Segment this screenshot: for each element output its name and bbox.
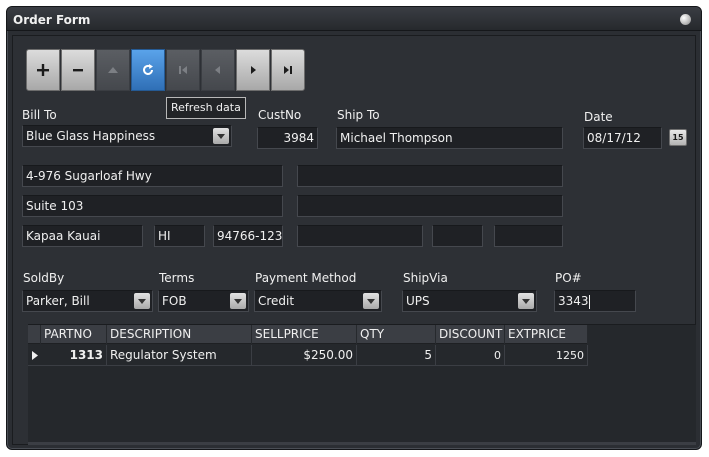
ship-to-label: Ship To	[337, 108, 380, 122]
ship-via-value: UPS	[406, 294, 430, 308]
ship-address1-field[interactable]	[297, 165, 563, 187]
column-header-extprice[interactable]: EXTPRICE	[505, 325, 588, 344]
ship-zip-field[interactable]	[494, 225, 563, 247]
cell-sellprice[interactable]: $250.00	[252, 345, 357, 366]
bill-state-field[interactable]: HI	[154, 225, 205, 247]
refresh-data-button[interactable]	[131, 49, 165, 91]
plus-icon	[37, 64, 49, 76]
column-header-discount[interactable]: DISCOUNT	[436, 325, 505, 344]
order-items-grid[interactable]: PARTNO DESCRIPTION SELLPRICE QTY DISCOUN…	[28, 324, 696, 445]
payment-method-combo[interactable]: Credit	[254, 290, 382, 312]
titlebar[interactable]: Order Form	[7, 7, 701, 31]
refresh-icon	[143, 64, 153, 75]
cust-no-field[interactable]: 3984	[257, 127, 318, 149]
terms-value: FOB	[162, 294, 187, 308]
cell-description[interactable]: Regulator System	[107, 345, 252, 366]
column-header-sellprice[interactable]: SELLPRICE	[252, 325, 357, 344]
table-row[interactable]: 1313 Regulator System $250.00 5 0 1250	[28, 345, 588, 366]
cell-partno[interactable]: 1313	[41, 345, 107, 366]
bill-to-combo[interactable]: Blue Glass Happiness	[22, 125, 232, 147]
bill-zip-field[interactable]: 94766-1234	[213, 225, 283, 247]
first-record-button[interactable]	[166, 49, 200, 91]
next-icon	[251, 66, 256, 74]
chevron-down-icon[interactable]	[363, 293, 379, 309]
date-label: Date	[584, 110, 613, 124]
ship-to-name-field[interactable]: Michael Thompson	[336, 127, 563, 149]
payment-method-label: Payment Method	[255, 271, 357, 285]
minus-icon	[73, 69, 83, 72]
grid-footer-border	[28, 442, 696, 445]
po-value: 3343	[558, 294, 589, 308]
skip-first-icon	[179, 66, 187, 74]
terms-combo[interactable]: FOB	[158, 290, 249, 312]
ship-via-label: ShipVia	[403, 271, 448, 285]
cell-extprice[interactable]: 1250	[505, 345, 588, 366]
column-header-partno[interactable]: PARTNO	[41, 325, 107, 344]
sold-by-label: SoldBy	[23, 271, 65, 285]
cell-discount[interactable]: 0	[436, 345, 505, 366]
chevron-down-icon[interactable]	[134, 293, 150, 309]
edit-record-button[interactable]	[96, 49, 130, 91]
sold-by-value: Parker, Bill	[26, 294, 90, 308]
navigator-toolbar	[26, 49, 306, 91]
column-header-qty[interactable]: QTY	[357, 325, 436, 344]
po-field[interactable]: 3343	[554, 290, 636, 312]
cust-no-label: CustNo	[258, 108, 302, 122]
column-header-description[interactable]: DESCRIPTION	[107, 325, 252, 344]
prev-icon	[215, 66, 220, 74]
bill-to-value: Blue Glass Happiness	[26, 129, 156, 143]
payment-method-value: Credit	[258, 294, 295, 308]
date-field[interactable]: 08/17/12	[583, 127, 662, 149]
last-record-button[interactable]	[271, 49, 305, 91]
bill-city-field[interactable]: Kapaa Kauai	[22, 225, 143, 247]
prior-record-button[interactable]	[201, 49, 235, 91]
ship-via-combo[interactable]: UPS	[402, 290, 537, 312]
calendar-icon[interactable]: 15	[669, 129, 687, 146]
skip-last-icon	[284, 66, 292, 74]
triangle-up-icon	[108, 67, 118, 73]
add-record-button[interactable]	[26, 49, 60, 91]
po-label: PO#	[555, 271, 582, 285]
text-caret	[588, 294, 590, 309]
close-icon[interactable]	[680, 14, 691, 25]
ship-state-field[interactable]	[432, 225, 483, 247]
form-panel: Refresh data Bill To CustNo Ship To Date…	[12, 35, 696, 445]
terms-label: Terms	[159, 271, 195, 285]
header-indicator	[28, 325, 41, 344]
cell-qty[interactable]: 5	[357, 345, 436, 366]
chevron-down-icon[interactable]	[518, 293, 534, 309]
chevron-down-icon[interactable]	[230, 293, 246, 309]
refresh-tooltip: Refresh data	[166, 97, 246, 119]
bill-address1-field[interactable]: 4-976 Sugarloaf Hwy	[22, 165, 283, 187]
bill-address2-field[interactable]: Suite 103	[22, 195, 283, 217]
row-pointer-icon	[32, 351, 38, 360]
order-form-window: Order Form Refresh data Bill To CustNo S…	[6, 6, 702, 450]
bill-to-label: Bill To	[22, 108, 57, 122]
chevron-down-icon[interactable]	[213, 128, 229, 144]
window-title: Order Form	[13, 13, 91, 27]
delete-record-button[interactable]	[61, 49, 95, 91]
ship-address2-field[interactable]	[297, 195, 563, 217]
next-record-button[interactable]	[236, 49, 270, 91]
grid-header: PARTNO DESCRIPTION SELLPRICE QTY DISCOUN…	[28, 325, 588, 344]
sold-by-combo[interactable]: Parker, Bill	[22, 290, 153, 312]
ship-city-field[interactable]	[297, 225, 423, 247]
